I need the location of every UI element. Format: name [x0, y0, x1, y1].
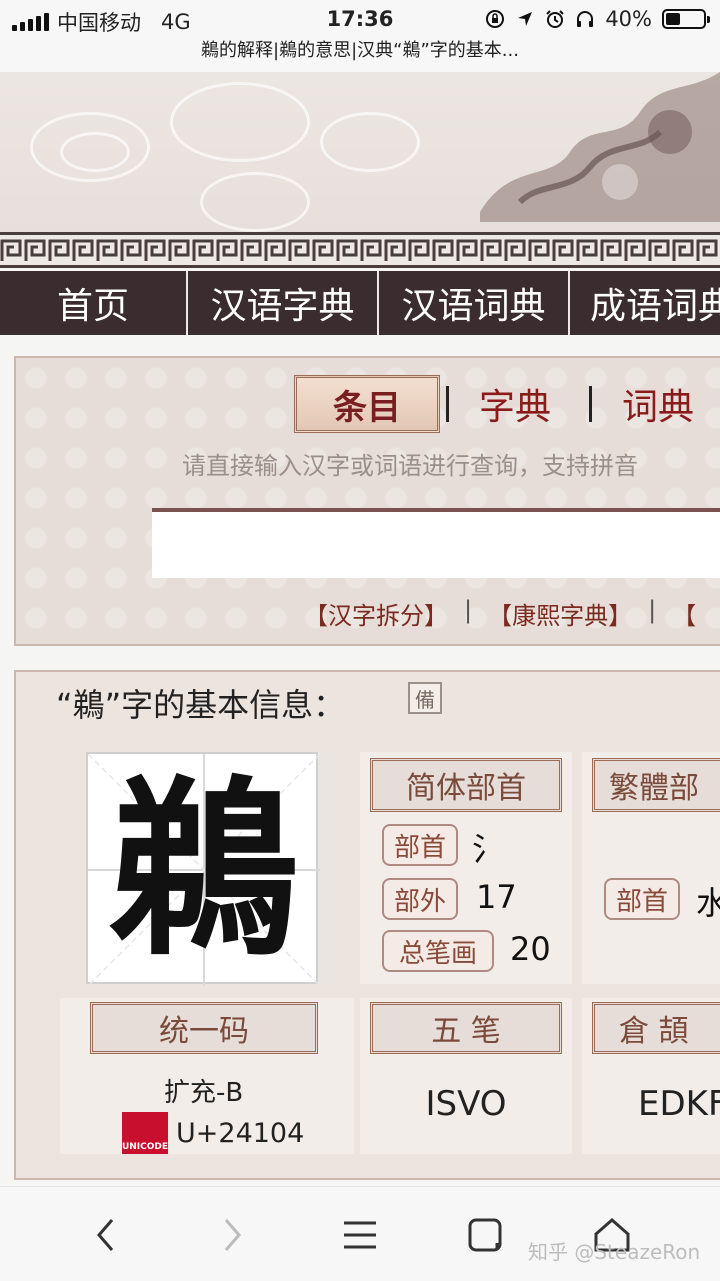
- unicode-logo-icon: UNICODE: [122, 1112, 168, 1154]
- tab-divider: [446, 386, 449, 422]
- link-divider: |: [648, 596, 657, 624]
- search-hint: 请直接输入汉字或词语进行查询，支持拼音: [182, 452, 638, 480]
- headphones-icon: [575, 9, 595, 29]
- fanti-bushou-header: 繁體部: [592, 758, 720, 812]
- nav-home[interactable]: 首页: [0, 271, 188, 335]
- battery-percent: 40%: [605, 7, 652, 31]
- back-button[interactable]: [84, 1213, 128, 1257]
- unicode-block: 扩充-B: [164, 1078, 244, 1108]
- search-input[interactable]: [152, 508, 720, 578]
- cangjie-header: 倉 頡: [592, 1002, 720, 1054]
- cangjie-value: EDKF: [638, 1084, 720, 1124]
- unicode-value: U+24104: [176, 1118, 305, 1149]
- info-title: “鵜”字的基本信息：: [56, 686, 346, 724]
- page-title-bar[interactable]: 鵜的解释|鵜的意思|汉典“鵜”字的基本...: [0, 40, 720, 72]
- site-banner: [0, 72, 720, 232]
- page-title: 鵜的解释|鵜的意思|汉典“鵜”字的基本...: [201, 40, 519, 61]
- tab-zidian[interactable]: 字典: [479, 378, 551, 430]
- nav-word-dictionary[interactable]: 汉语词典: [379, 271, 570, 335]
- character-display: 鵜: [86, 752, 320, 986]
- tab-cidian[interactable]: 词典: [622, 378, 694, 430]
- zongbihua-label: 总笔画: [382, 930, 494, 972]
- dragon-illustration: [480, 72, 720, 222]
- bushou-value: 氵: [472, 830, 505, 868]
- wubi-header: 五 笔: [370, 1002, 562, 1054]
- tabs-button[interactable]: [464, 1213, 508, 1257]
- wubi-value: ISVO: [425, 1084, 507, 1124]
- nav-idiom-dictionary[interactable]: 成语词典: [570, 271, 720, 335]
- chevron-left-icon: [97, 1219, 114, 1251]
- main-nav: 首页 汉语字典 汉语词典 成语词典: [0, 271, 720, 335]
- nav-hanzi-dictionary[interactable]: 汉语字典: [188, 271, 379, 335]
- character-glyph: 鵜: [108, 758, 299, 981]
- link-kangxi[interactable]: 【康熙字典】: [488, 596, 632, 631]
- watermark: 知乎 @SteazeRon: [528, 1240, 701, 1264]
- forward-button[interactable]: [210, 1213, 254, 1257]
- alarm-icon: [545, 9, 565, 29]
- zongbihua-value: 20: [510, 930, 551, 968]
- character-info-panel: “鵜”字的基本信息： 備 鵜 简体部首 部首 氵 部外 17 总笔画 20 繁體…: [14, 670, 720, 1180]
- variant-badge[interactable]: 備: [408, 682, 442, 714]
- link-divider: |: [464, 596, 473, 624]
- search-panel: 条目 字典 词典 请直接输入汉字或词语进行查询，支持拼音 【汉字拆分】 | 【康…: [14, 356, 720, 646]
- menu-button[interactable]: [338, 1213, 382, 1257]
- browser-toolbar: [0, 1186, 720, 1281]
- tab-divider: [589, 386, 593, 422]
- battery-icon: [662, 9, 710, 29]
- tab-entry[interactable]: 条目: [294, 375, 440, 433]
- link-hanzi-split[interactable]: 【汉字拆分】: [304, 596, 448, 631]
- buwai-value: 17: [476, 878, 517, 916]
- unicode-header: 统一码: [90, 1002, 318, 1054]
- location-icon: [515, 9, 535, 29]
- status-bar: 中国移动 4G 17:36 40%: [0, 0, 720, 40]
- fanti-bushou-label: 部首: [604, 878, 680, 920]
- menu-icon: [344, 1221, 376, 1249]
- chevron-right-icon: [224, 1219, 241, 1251]
- lock-rotation-icon: [485, 9, 505, 29]
- fanti-bushou-value: 水: [696, 884, 720, 922]
- buwai-label: 部外: [382, 878, 458, 920]
- link-more[interactable]: 【: [672, 596, 696, 631]
- tabs-icon: [468, 1218, 502, 1252]
- bushou-label: 部首: [382, 824, 458, 866]
- jianti-bushou-header: 简体部首: [370, 758, 562, 812]
- decorative-border: [0, 232, 720, 268]
